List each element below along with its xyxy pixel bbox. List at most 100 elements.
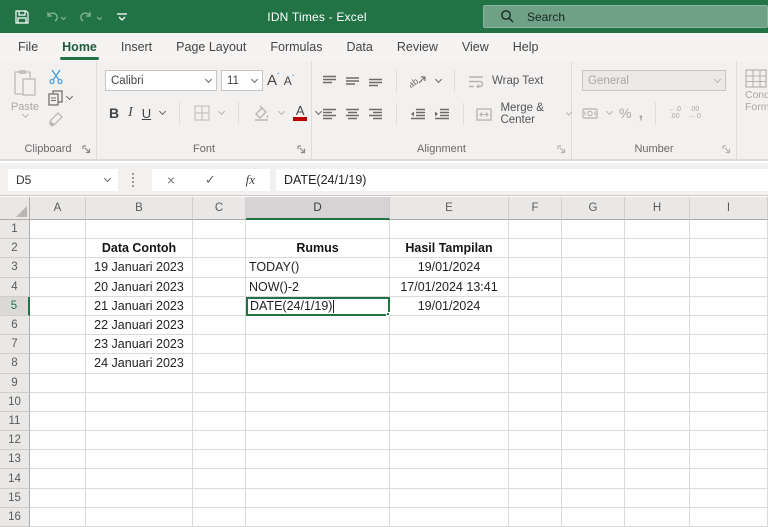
cell-G15[interactable]: [562, 488, 625, 508]
tab-page-layout[interactable]: Page Layout: [164, 35, 258, 61]
cell-A10[interactable]: [30, 392, 86, 412]
cell-F7[interactable]: [509, 335, 562, 355]
cell-F13[interactable]: [509, 450, 562, 470]
cell-B11[interactable]: [86, 411, 193, 432]
row-header-14[interactable]: 14: [0, 469, 30, 489]
column-header-C[interactable]: C: [193, 197, 246, 220]
cell-I8[interactable]: [690, 354, 768, 374]
cell-G10[interactable]: [562, 392, 625, 412]
cell-F2[interactable]: [509, 239, 562, 259]
enter-button[interactable]: ✓: [205, 172, 216, 188]
cell-I13[interactable]: [690, 450, 768, 470]
cell-B8[interactable]: 24 Januari 2023: [86, 354, 193, 374]
cell-G13[interactable]: [562, 450, 625, 470]
wrap-text-label[interactable]: Wrap Text: [492, 75, 543, 87]
borders-button[interactable]: [194, 105, 210, 121]
cell-D11[interactable]: [246, 411, 390, 432]
cell-F9[interactable]: [509, 373, 562, 393]
cell-A11[interactable]: [30, 411, 86, 432]
cell-A12[interactable]: [30, 431, 86, 451]
cell-D2[interactable]: Rumus: [246, 239, 390, 259]
accounting-format-icon[interactable]: [582, 107, 600, 120]
cell-H13[interactable]: [625, 450, 690, 470]
underline-dropdown-icon[interactable]: [159, 107, 167, 116]
tab-help[interactable]: Help: [501, 35, 551, 61]
align-right-icon[interactable]: [368, 108, 383, 120]
alignment-dialog-launcher-icon[interactable]: [557, 145, 566, 154]
cell-C6[interactable]: [193, 315, 246, 336]
cell-D16[interactable]: [246, 507, 390, 527]
cell-B2[interactable]: Data Contoh: [86, 239, 193, 259]
orientation-dropdown-icon[interactable]: [434, 75, 443, 84]
cell-C11[interactable]: [193, 411, 246, 432]
copy-button[interactable]: [48, 90, 63, 106]
cell-D14[interactable]: [246, 469, 390, 489]
cell-D1[interactable]: [246, 220, 390, 240]
cell-B9[interactable]: [86, 373, 193, 393]
italic-button[interactable]: I: [128, 105, 133, 121]
cell-I6[interactable]: [690, 315, 768, 336]
cell-F3[interactable]: [509, 258, 562, 278]
cell-A2[interactable]: [30, 239, 86, 259]
cell-H2[interactable]: [625, 239, 690, 259]
row-header-15[interactable]: 15: [0, 488, 30, 508]
tab-formulas[interactable]: Formulas: [258, 35, 334, 61]
cell-E2[interactable]: Hasil Tampilan: [390, 239, 509, 259]
cell-D7[interactable]: [246, 335, 390, 355]
cell-E3[interactable]: 19/01/2024: [390, 258, 509, 278]
clipboard-dialog-launcher-icon[interactable]: [82, 145, 91, 154]
cell-C2[interactable]: [193, 239, 246, 259]
cell-A13[interactable]: [30, 450, 86, 470]
cell-C9[interactable]: [193, 373, 246, 393]
cell-B4[interactable]: 20 Januari 2023: [86, 277, 193, 297]
cell-G4[interactable]: [562, 277, 625, 297]
cell-E13[interactable]: [390, 450, 509, 470]
cell-B15[interactable]: [86, 488, 193, 508]
cell-E6[interactable]: [390, 315, 509, 336]
cell-H5[interactable]: [625, 296, 690, 316]
cell-B14[interactable]: [86, 469, 193, 489]
cell-G11[interactable]: [562, 411, 625, 432]
cell-I5[interactable]: [690, 296, 768, 316]
cell-E9[interactable]: [390, 373, 509, 393]
comma-style-button[interactable]: ,: [638, 104, 643, 121]
font-size-select[interactable]: 11: [221, 70, 263, 91]
redo-button[interactable]: [80, 9, 102, 25]
font-dialog-launcher-icon[interactable]: [297, 145, 306, 154]
row-header-2[interactable]: 2: [0, 239, 30, 259]
cell-E10[interactable]: [390, 392, 509, 412]
decrease-indent-icon[interactable]: [410, 108, 426, 120]
cell-F5[interactable]: [509, 296, 562, 316]
merge-center-icon[interactable]: [476, 107, 493, 121]
cell-I10[interactable]: [690, 392, 768, 412]
cell-H12[interactable]: [625, 431, 690, 451]
row-header-16[interactable]: 16: [0, 507, 30, 527]
cell-I15[interactable]: [690, 488, 768, 508]
font-name-select[interactable]: Calibri: [105, 70, 217, 91]
cell-I1[interactable]: [690, 220, 768, 240]
cell-E4[interactable]: 17/01/2024 13:41: [390, 277, 509, 297]
cell-I4[interactable]: [690, 277, 768, 297]
align-left-icon[interactable]: [322, 108, 337, 120]
cell-D5[interactable]: DATE(24/1/19): [246, 296, 390, 316]
fill-color-button[interactable]: [253, 105, 270, 121]
cell-A6[interactable]: [30, 315, 86, 336]
tab-data[interactable]: Data: [334, 35, 384, 61]
cell-I14[interactable]: [690, 469, 768, 489]
cell-E8[interactable]: [390, 354, 509, 374]
format-painter-button[interactable]: [48, 112, 72, 127]
middle-align-icon[interactable]: [345, 75, 360, 87]
cell-I16[interactable]: [690, 507, 768, 527]
cell-H11[interactable]: [625, 411, 690, 432]
formula-input[interactable]: DATE(24/1/19): [276, 169, 768, 191]
cell-C14[interactable]: [193, 469, 246, 489]
row-header-7[interactable]: 7: [0, 335, 30, 355]
cell-D9[interactable]: [246, 373, 390, 393]
cell-H3[interactable]: [625, 258, 690, 278]
cell-C12[interactable]: [193, 431, 246, 451]
cell-H9[interactable]: [625, 373, 690, 393]
cell-H14[interactable]: [625, 469, 690, 489]
select-all-corner[interactable]: [0, 197, 30, 220]
cell-I11[interactable]: [690, 411, 768, 432]
cell-G9[interactable]: [562, 373, 625, 393]
